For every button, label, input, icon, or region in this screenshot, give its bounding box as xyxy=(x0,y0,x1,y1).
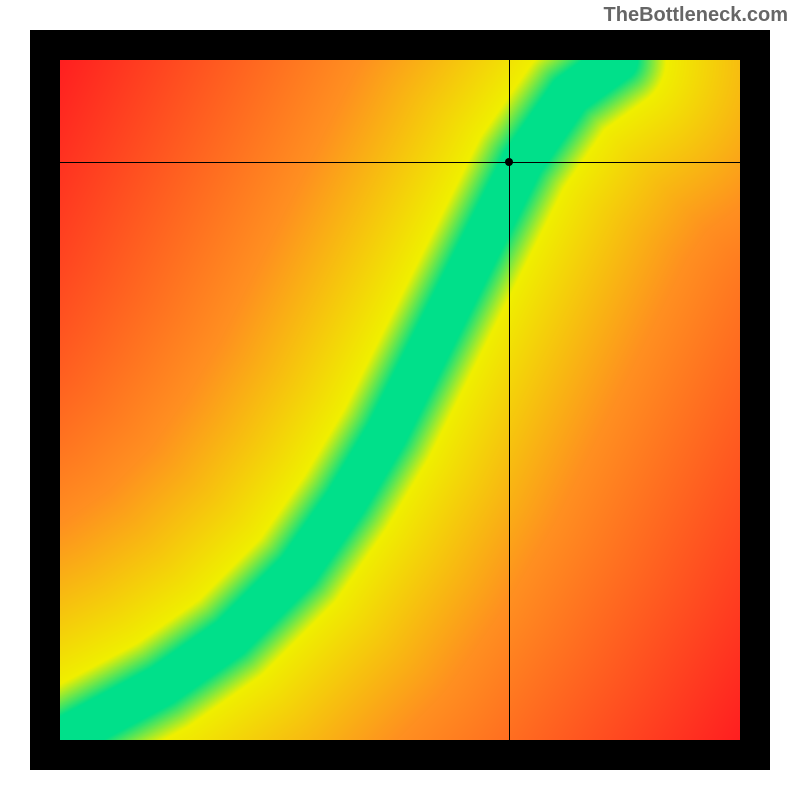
watermark-text: TheBottleneck.com xyxy=(604,4,788,27)
data-point-marker xyxy=(505,158,513,166)
chart-container: TheBottleneck.com xyxy=(0,0,800,800)
plot-area xyxy=(60,60,740,740)
crosshair-horizontal xyxy=(60,162,740,163)
chart-frame xyxy=(30,30,770,770)
